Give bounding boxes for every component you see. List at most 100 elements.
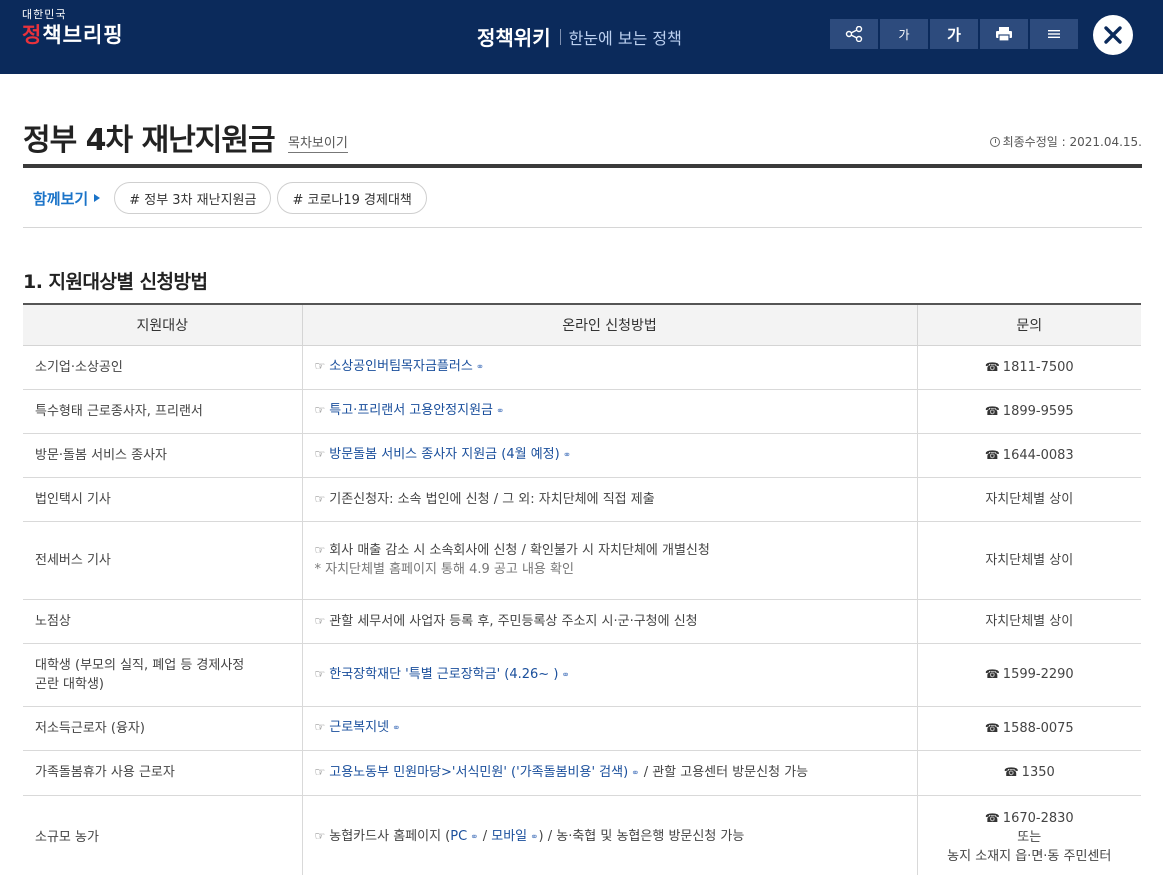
font-smaller-button[interactable]: 가 <box>880 19 928 49</box>
method-text: 회사 매출 감소 시 소속회사에 신청 / 확인불가 시 자치단체에 개별신청 <box>329 543 710 558</box>
pointing-hand-icon: ☞ <box>314 666 326 681</box>
method-link-mobile[interactable]: 모바일 <box>491 829 527 844</box>
table-row: 법인택시 기사 ☞ 기존신청자: 소속 법인에 신청 / 그 외: 자치단체에 직… <box>23 476 1141 522</box>
phone-icon: ☎ <box>984 403 1000 418</box>
method-cell: ☞ 방문돌봄 서비스 종사자 지원금 (4월 예정) ⚭ <box>301 432 918 478</box>
logo-small-text: 대한민국 <box>22 8 67 21</box>
link-icon[interactable]: ⚭ <box>496 406 504 417</box>
related-tag[interactable]: # 정부 3차 재난지원금 <box>114 182 272 214</box>
related-label: 함께보기 <box>33 189 89 208</box>
section-divider <box>23 227 1142 228</box>
method-cell: ☞ 소상공인버팀목자금플러스 ⚭ <box>301 344 918 390</box>
last-updated: 최종수정일 : 2021.04.15. <box>989 133 1142 150</box>
column-header: 문의 <box>916 303 1141 346</box>
column-header: 온라인 신청방법 <box>301 303 918 346</box>
last-updated-text: 최종수정일 : 2021.04.15. <box>1002 135 1142 149</box>
contact-cell: ☎ 1644-0083 <box>916 432 1141 478</box>
contact-cell: ☎ 1899-9595 <box>916 388 1141 434</box>
table-row: 노점상 ☞ 관할 세무서에 사업자 등록 후, 주민등록상 주소지 시·군·구청에… <box>23 598 1141 644</box>
related-tag[interactable]: # 코로나19 경제대책 <box>277 182 427 214</box>
pointing-hand-icon: ☞ <box>314 403 326 417</box>
method-text: 관할 세무서에 사업자 등록 후, 주민등록상 주소지 시·군·구청에 신청 <box>329 613 698 629</box>
method-text: / 관할 고용센터 방문신청 가능 <box>643 764 809 780</box>
print-button[interactable] <box>980 19 1028 49</box>
link-icon[interactable]: ⚭ <box>563 450 571 461</box>
target-cell: 소기업·소상공인 <box>23 344 303 390</box>
link-icon[interactable]: ⚭ <box>561 670 569 681</box>
related-links: 함께보기 # 정부 3차 재난지원금 # 코로나19 경제대책 <box>33 182 433 214</box>
contact-cell: 자치단체별 상이 <box>916 520 1141 600</box>
method-cell: ☞ 근로복지넷 ⚭ <box>301 705 918 751</box>
site-title: 정책위키 <box>477 26 551 50</box>
table-row: 방문·돌봄 서비스 종사자 ☞ 방문돌봄 서비스 종사자 지원금 (4월 예정) ⚭… <box>23 432 1141 478</box>
caret-right-icon <box>94 194 101 202</box>
method-link[interactable]: 고용노동부 민원마당>'서식민원' ('가족돌봄비용' 검색) <box>329 765 628 780</box>
method-cell: ☞ 기존신청자: 소속 법인에 신청 / 그 외: 자치단체에 직접 제출 <box>301 476 918 522</box>
contact-cell: ☎ 1599-2290 <box>916 642 1141 707</box>
phone-icon: ☎ <box>984 447 1000 462</box>
pointing-hand-icon: ☞ <box>314 764 326 779</box>
pointing-hand-icon: ☞ <box>314 447 326 461</box>
target-cell: 법인택시 기사 <box>23 476 303 522</box>
title-divider <box>23 164 1142 168</box>
method-link[interactable]: 한국장학재단 '특별 근로장학금' (4.26~ ) <box>329 667 558 682</box>
link-icon[interactable]: ⚭ <box>392 723 400 734</box>
toc-toggle-link[interactable]: 목차보이기 <box>288 132 348 153</box>
link-icon[interactable]: ⚭ <box>476 362 484 373</box>
brand-divider <box>559 28 561 45</box>
table-row: 대학생 (부모의 실직, 폐업 등 경제사정 곤란 대학생) ☞ 한국장학재단 '… <box>23 642 1141 707</box>
phone-icon: ☎ <box>984 359 1000 374</box>
pointing-hand-icon: ☞ <box>314 491 326 506</box>
method-cell: ☞ 회사 매출 감소 시 소속회사에 신청 / 확인불가 시 자치단체에 개별신청… <box>301 520 918 600</box>
contact-cell: ☎ 1670-2830 또는 농지 소재지 읍·면·동 주민센터 <box>916 794 1141 875</box>
method-cell: ☞ 관할 세무서에 사업자 등록 후, 주민등록상 주소지 시·군·구청에 신청 <box>301 598 918 644</box>
title-row: 정부 4차 재난지원금 목차보이기 최종수정일 : 2021.04.15. <box>23 115 1142 165</box>
method-link[interactable]: 특고·프리랜서 고용안정지원금 <box>329 403 493 418</box>
clock-icon <box>989 136 1000 147</box>
close-button[interactable] <box>1093 15 1133 55</box>
link-icon[interactable]: ⚭ <box>470 832 478 843</box>
phone-icon: ☎ <box>984 810 1000 825</box>
pointing-hand-icon: ☞ <box>314 613 326 628</box>
link-icon[interactable]: ⚭ <box>631 768 639 779</box>
font-larger-button[interactable]: 가 <box>930 19 978 49</box>
contact-cell: ☎ 1588-0075 <box>916 705 1141 751</box>
target-cell: 노점상 <box>23 598 303 644</box>
table-row: 전세버스 기사 ☞ 회사 매출 감소 시 소속회사에 신청 / 확인불가 시 자치… <box>23 520 1141 600</box>
phone-icon: ☎ <box>984 720 1000 735</box>
site-subtitle: 한눈에 보는 정책 <box>568 28 682 48</box>
method-cell: ☞ 한국장학재단 '특별 근로장학금' (4.26~ ) ⚭ <box>301 642 918 707</box>
phone-icon: ☎ <box>984 667 1000 681</box>
column-header: 지원대상 <box>23 303 303 346</box>
table-row: 저소득근로자 (융자) ☞ 근로복지넷 ⚭ ☎ 1588-0075 <box>23 705 1141 751</box>
contact-cell: 자치단체별 상이 <box>916 476 1141 522</box>
target-cell: 전세버스 기사 <box>23 520 303 600</box>
share-button[interactable] <box>830 19 878 49</box>
target-cell: 저소득근로자 (융자) <box>23 705 303 751</box>
pointing-hand-icon: ☞ <box>314 543 326 557</box>
pointing-hand-icon: ☞ <box>314 720 326 734</box>
method-link-pc[interactable]: PC <box>450 829 467 844</box>
toolbar: 가 가 <box>830 19 1080 49</box>
site-logo[interactable]: 대한민국 정책브리핑 <box>22 8 124 49</box>
target-cell: 특수형태 근로종사자, 프리랜서 <box>23 388 303 434</box>
top-header: 대한민국 정책브리핑 정책위키 한눈에 보는 정책 가 가 <box>0 0 1163 74</box>
table-header-row: 지원대상 온라인 신청방법 문의 <box>23 303 1141 346</box>
target-cell: 대학생 (부모의 실직, 폐업 등 경제사정 곤란 대학생) <box>23 642 303 707</box>
menu-icon <box>1048 30 1060 38</box>
section-title: 1. 지원대상별 신청방법 <box>23 271 208 293</box>
target-cell: 가족돌봄휴가 사용 근로자 <box>23 749 303 796</box>
method-cell: ☞ 고용노동부 민원마당>'서식민원' ('가족돌봄비용' 검색) ⚭ / 관할 고… <box>301 749 918 796</box>
table-row: 소규모 농가 ☞ 농협카드사 홈페이지 (PC ⚭ / 모바일 ⚭) / 농·축협 및… <box>23 794 1141 875</box>
table-row: 소기업·소상공인 ☞ 소상공인버팀목자금플러스 ⚭ ☎ 1811-7500 <box>23 344 1141 390</box>
site-brand[interactable]: 정책위키 한눈에 보는 정책 <box>477 22 682 51</box>
method-link[interactable]: 방문돌봄 서비스 종사자 지원금 (4월 예정) <box>329 447 559 462</box>
method-link[interactable]: 근로복지넷 <box>329 720 389 735</box>
method-cell: ☞ 농협카드사 홈페이지 (PC ⚭ / 모바일 ⚭) / 농·축협 및 농협은행 방… <box>301 794 918 875</box>
link-icon[interactable]: ⚭ <box>530 832 538 843</box>
method-link[interactable]: 소상공인버팀목자금플러스 <box>329 359 473 374</box>
target-cell: 방문·돌봄 서비스 종사자 <box>23 432 303 478</box>
method-text: 기존신청자: 소속 법인에 신청 / 그 외: 자치단체에 직접 제출 <box>329 491 655 507</box>
method-note: * 자치단체별 홈페이지 통해 4.9 공고 내용 확인 <box>314 562 574 577</box>
menu-button[interactable] <box>1030 19 1078 49</box>
